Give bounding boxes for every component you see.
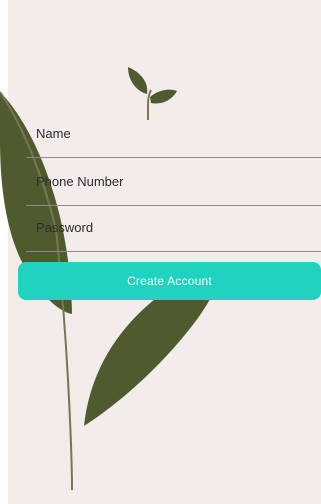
- create-account-label: Create Account: [127, 274, 212, 288]
- phone-number-field[interactable]: Phone Number: [26, 162, 321, 206]
- background-panel: [8, 0, 321, 504]
- create-account-button[interactable]: Create Account: [18, 262, 321, 300]
- signup-screen: Name Phone Number Password Create Accoun…: [0, 0, 321, 504]
- password-placeholder: Password: [36, 220, 94, 235]
- name-field[interactable]: Name: [26, 114, 321, 158]
- password-field[interactable]: Password: [26, 208, 321, 252]
- name-placeholder: Name: [36, 126, 71, 141]
- phone-number-placeholder: Phone Number: [36, 174, 124, 189]
